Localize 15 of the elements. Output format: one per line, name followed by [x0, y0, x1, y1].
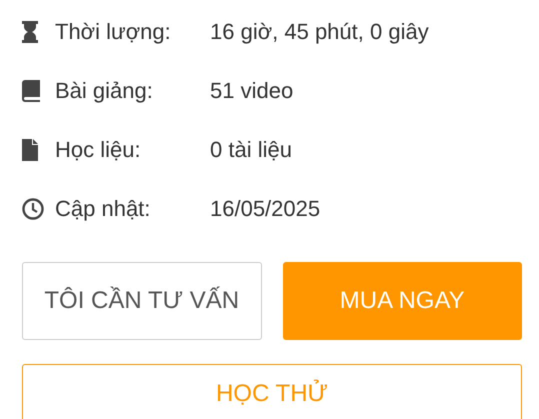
buy-now-button[interactable]: MUA NGAY — [282, 262, 522, 340]
detail-label: Bài giảng: — [55, 78, 154, 104]
detail-label: Cập nhật: — [55, 196, 152, 222]
book-icon — [22, 80, 40, 102]
detail-label: Thời lượng: — [55, 18, 172, 44]
detail-value: 16/05/2025 — [210, 196, 320, 222]
clock-icon — [22, 198, 44, 220]
hourglass-icon — [22, 20, 38, 42]
detail-value: 0 tài liệu — [210, 136, 292, 162]
file-icon — [22, 138, 38, 160]
detail-value: 51 video — [210, 78, 294, 104]
detail-value: 16 giờ, 45 phút, 0 giây — [210, 18, 429, 44]
consult-button[interactable]: TÔI CẦN TƯ VẤN — [22, 262, 262, 340]
trial-button[interactable]: HỌC THỬ — [22, 364, 522, 419]
detail-label: Học liệu: — [55, 136, 142, 162]
